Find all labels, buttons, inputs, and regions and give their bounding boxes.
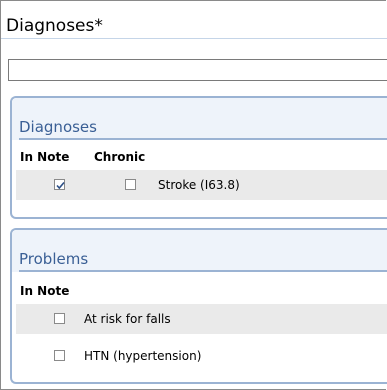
diagnoses-panel-header: Diagnoses <box>12 98 387 140</box>
in-note-checkbox[interactable] <box>54 179 65 190</box>
problem-label: HTN (hypertension) <box>84 349 202 363</box>
in-note-checkbox[interactable] <box>54 313 65 324</box>
chronic-checkbox[interactable] <box>125 179 136 190</box>
diagnosis-row: Stroke (I63.8) <box>16 170 387 200</box>
in-note-column-header: In Note <box>20 150 70 164</box>
in-note-checkbox[interactable] <box>54 350 65 361</box>
diagnoses-panel: Diagnoses In Note Chronic Stroke (I63.8) <box>10 96 387 219</box>
checkmark-icon <box>56 181 65 190</box>
problem-row: At risk for falls <box>16 304 387 334</box>
diagnosis-search-input[interactable] <box>8 59 387 81</box>
problems-panel: Problems In Note At risk for falls HTN (… <box>10 228 387 384</box>
page-title: Diagnoses* <box>6 16 103 36</box>
diagnoses-panel-title: Diagnoses <box>19 120 387 140</box>
title-bar: Diagnoses* <box>1 1 387 39</box>
problem-label: At risk for falls <box>84 312 171 326</box>
chronic-column-header: Chronic <box>94 150 146 164</box>
problem-row: HTN (hypertension) <box>16 341 387 371</box>
problems-panel-header: Problems <box>12 230 387 272</box>
problems-panel-title: Problems <box>19 252 387 272</box>
diagnosis-label: Stroke (I63.8) <box>158 178 240 192</box>
in-note-column-header: In Note <box>20 284 70 298</box>
